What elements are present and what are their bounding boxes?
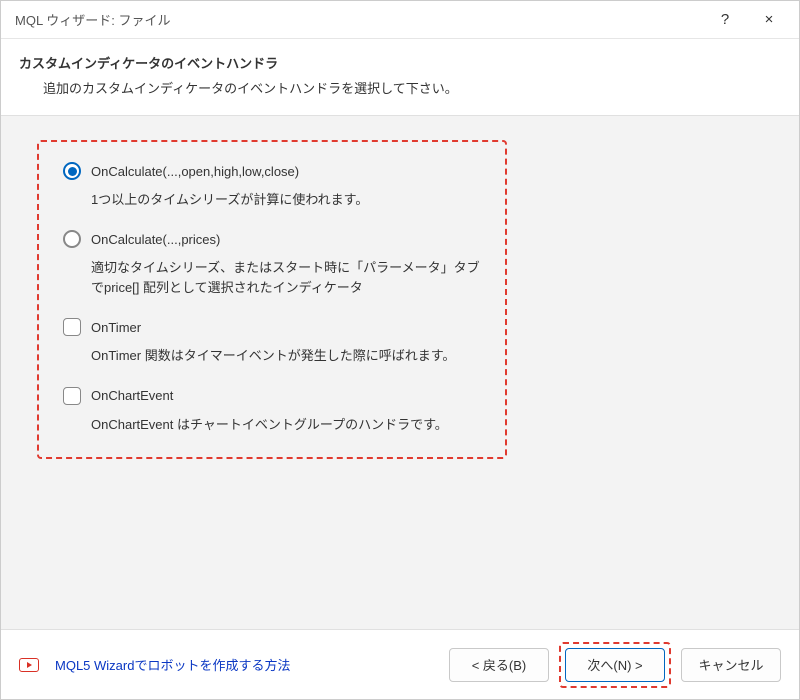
help-link[interactable]: MQL5 Wizardでロボットを作成する方法 — [55, 655, 290, 674]
checkbox-icon — [63, 387, 81, 405]
option-label: OnTimer — [91, 320, 141, 335]
cancel-button[interactable]: キャンセル — [681, 648, 781, 682]
option-desc: 1つ以上のタイムシリーズが計算に使われます。 — [63, 190, 481, 210]
page-subtitle: 追加のカスタムインディケータのイベントハンドラを選択して下さい。 — [19, 78, 771, 97]
options-group-highlight: OnCalculate(...,open,high,low,close) 1つ以… — [37, 140, 507, 459]
wizard-window: MQL ウィザード: ファイル ? × カスタムインディケータのイベントハンドラ… — [0, 0, 800, 700]
checkbox-onchartevent[interactable]: OnChartEvent — [63, 387, 481, 405]
option-label: OnChartEvent — [91, 388, 173, 403]
radio-icon — [63, 230, 81, 248]
option-desc: OnTimer 関数はタイマーイベントが発生した際に呼ばれます。 — [63, 346, 481, 366]
radio-oncalculate-ohlc[interactable]: OnCalculate(...,open,high,low,close) — [63, 162, 481, 180]
titlebar: MQL ウィザード: ファイル ? × — [1, 1, 799, 39]
back-button[interactable]: < 戻る(B) — [449, 648, 549, 682]
footer: MQL5 Wizardでロボットを作成する方法 < 戻る(B) 次へ(N) > … — [1, 629, 799, 699]
radio-icon — [63, 162, 81, 180]
youtube-icon — [19, 658, 39, 672]
checkbox-icon — [63, 318, 81, 336]
option-oncalculate-prices: OnCalculate(...,prices) 適切なタイムシリーズ、またはスタ… — [63, 230, 481, 298]
option-label: OnCalculate(...,open,high,low,close) — [91, 164, 299, 179]
next-button-highlight: 次へ(N) > — [559, 642, 671, 688]
header: カスタムインディケータのイベントハンドラ 追加のカスタムインディケータのイベント… — [1, 39, 799, 116]
option-desc: 適切なタイムシリーズ、またはスタート時に「パラーメータ」タブでprice[] 配… — [63, 258, 481, 298]
close-button[interactable]: × — [747, 2, 791, 38]
next-button[interactable]: 次へ(N) > — [565, 648, 665, 682]
page-title: カスタムインディケータのイベントハンドラ — [19, 53, 771, 72]
option-oncalculate-ohlc: OnCalculate(...,open,high,low,close) 1つ以… — [63, 162, 481, 210]
checkbox-ontimer[interactable]: OnTimer — [63, 318, 481, 336]
option-label: OnCalculate(...,prices) — [91, 232, 220, 247]
help-button[interactable]: ? — [703, 2, 747, 38]
window-title: MQL ウィザード: ファイル — [15, 10, 703, 29]
option-onchartevent: OnChartEvent OnChartEvent はチャートイベントグループの… — [63, 387, 481, 435]
option-desc: OnChartEvent はチャートイベントグループのハンドラです。 — [63, 415, 481, 435]
option-ontimer: OnTimer OnTimer 関数はタイマーイベントが発生した際に呼ばれます。 — [63, 318, 481, 366]
radio-oncalculate-prices[interactable]: OnCalculate(...,prices) — [63, 230, 481, 248]
body: OnCalculate(...,open,high,low,close) 1つ以… — [1, 116, 799, 629]
